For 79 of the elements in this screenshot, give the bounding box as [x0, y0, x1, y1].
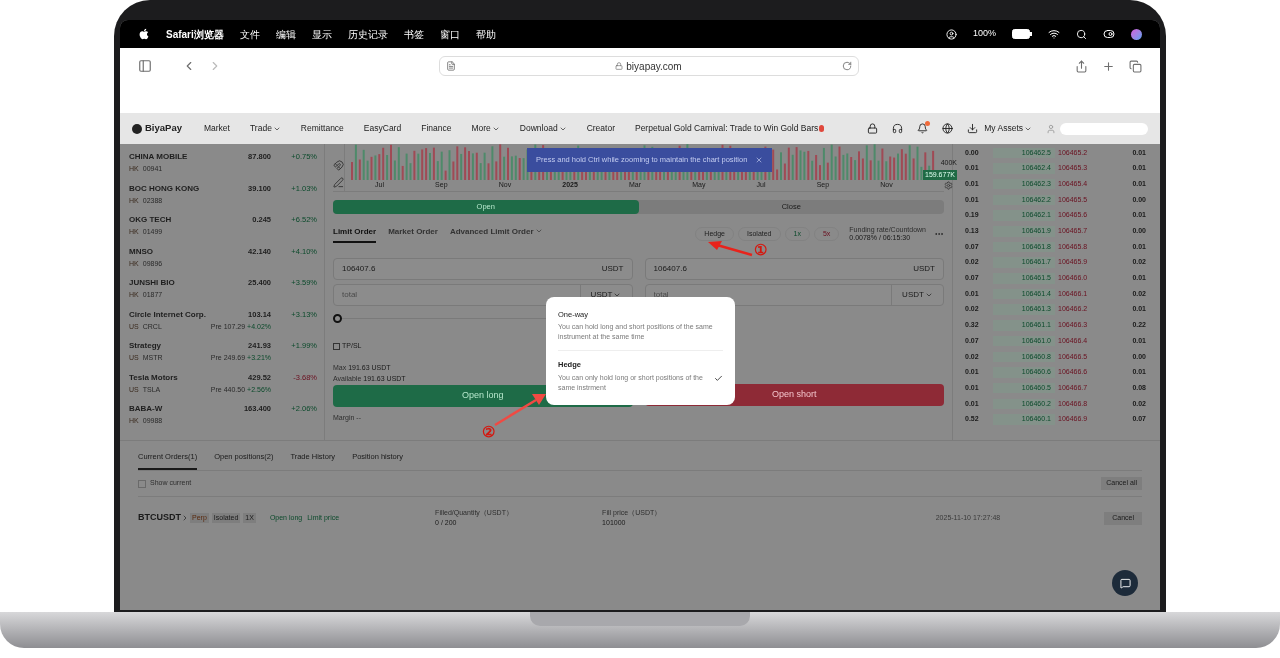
input-box[interactable]: 106407.6 USDT: [644, 258, 944, 280]
checkbox[interactable]: [138, 479, 146, 488]
menu-item[interactable]: Safari浏览器: [166, 26, 224, 42]
symbol-link[interactable]: BTCUSDT: [138, 511, 190, 525]
stock-name: Tesla Motors: [129, 371, 179, 384]
unit-label: USDT: [600, 263, 625, 275]
stock-name: BABA-W: [129, 403, 164, 415]
unit-label: USDT: [912, 263, 936, 275]
nav-link[interactable]: Trade: [249, 122, 281, 135]
chat-icon: [1119, 577, 1131, 589]
nav-link[interactable]: Finance: [421, 122, 452, 135]
headset-icon[interactable]: [892, 123, 904, 134]
user-icon[interactable]: [945, 28, 957, 40]
menu-item[interactable]: 文件: [239, 26, 260, 42]
magnet-icon[interactable]: [333, 160, 344, 171]
promo-link[interactable]: Perpetual Gold Carnival: Trade to Win Gold Bars: [634, 122, 819, 135]
nav-link[interactable]: More: [471, 122, 500, 135]
caret-icon: [613, 291, 622, 299]
nav-link[interactable]: Remittance: [300, 122, 344, 135]
menu-item[interactable]: 窗口: [439, 26, 460, 42]
menu-item[interactable]: 书签: [403, 26, 424, 42]
menu-item[interactable]: 显示: [311, 26, 332, 42]
annotation-number: ①: [754, 242, 767, 257]
battery-icon[interactable]: [1012, 29, 1032, 39]
menu-item[interactable]: 帮助: [475, 26, 496, 42]
close-icon[interactable]: [755, 156, 764, 164]
lock-icon[interactable]: [867, 123, 879, 134]
control-center-icon[interactable]: [1103, 28, 1115, 40]
annotation-number: ②: [482, 424, 495, 439]
stock-name: JUNSHI BIO: [129, 277, 176, 289]
checkbox[interactable]: [333, 342, 340, 350]
order-type-tab[interactable]: Limit Order: [333, 225, 377, 243]
menu-item[interactable]: 历史记录: [347, 26, 388, 42]
tabs-icon[interactable]: [1129, 59, 1142, 73]
reload-icon[interactable]: [841, 61, 852, 71]
check-icon: [714, 373, 723, 383]
input-field[interactable]: total: [645, 289, 891, 301]
caret-icon: [924, 291, 933, 299]
input-box[interactable]: 106407.6 USDT: [333, 258, 633, 280]
nav-link[interactable]: Creator: [586, 122, 615, 135]
unit-dropdown[interactable]: USDT: [891, 285, 943, 305]
assets-menu[interactable]: My Assets: [984, 122, 1032, 135]
stock-name: Strategy: [129, 340, 162, 352]
nav-link[interactable]: Market: [204, 122, 230, 135]
annotation-arrow: [708, 241, 754, 257]
chat-button[interactable]: [1112, 570, 1138, 596]
apple-icon[interactable]: [138, 28, 150, 40]
page-icon[interactable]: [445, 61, 456, 71]
stock-name: CHINA MOBILE: [129, 151, 189, 163]
address-bar[interactable]: biyapay.com: [438, 56, 859, 76]
order-type-tab[interactable]: Advanced Limit Order: [449, 225, 543, 243]
bell-icon[interactable]: [917, 123, 929, 134]
menu-item[interactable]: 编辑: [275, 26, 296, 42]
stock-name: MNSO: [129, 245, 154, 258]
wifi-icon[interactable]: [1048, 28, 1060, 40]
order-type-tab[interactable]: Market Order: [388, 225, 438, 243]
nav-link[interactable]: EasyCard: [363, 122, 402, 135]
stock-name: BOC HONG KONG: [129, 182, 201, 195]
download-icon[interactable]: [967, 123, 979, 134]
blank-field[interactable]: [1060, 122, 1148, 135]
logo-text[interactable]: BiyaPay: [145, 121, 182, 136]
nav-link[interactable]: Download: [519, 122, 567, 135]
chevron-icon: [181, 514, 189, 522]
url-text: biyapay.com: [626, 59, 682, 74]
share-icon[interactable]: [1075, 59, 1088, 73]
logo-icon: [132, 123, 142, 134]
lock-icon: [615, 62, 624, 70]
search-icon[interactable]: [1076, 28, 1087, 40]
globe-icon[interactable]: [942, 123, 954, 134]
stock-name: Circle Internet Corp.: [129, 308, 207, 321]
new-tab-icon[interactable]: [1102, 59, 1115, 73]
input-field[interactable]: 106407.6: [645, 263, 906, 275]
pen-icon[interactable]: [333, 177, 344, 188]
stock-name: OKG TECH: [129, 214, 173, 226]
input-field[interactable]: 106407.6: [334, 263, 594, 275]
slider-thumb[interactable]: [333, 314, 342, 323]
sidebar-icon[interactable]: [138, 59, 152, 73]
battery-percent: 100%: [972, 27, 996, 41]
siri-icon[interactable]: [1131, 28, 1142, 40]
